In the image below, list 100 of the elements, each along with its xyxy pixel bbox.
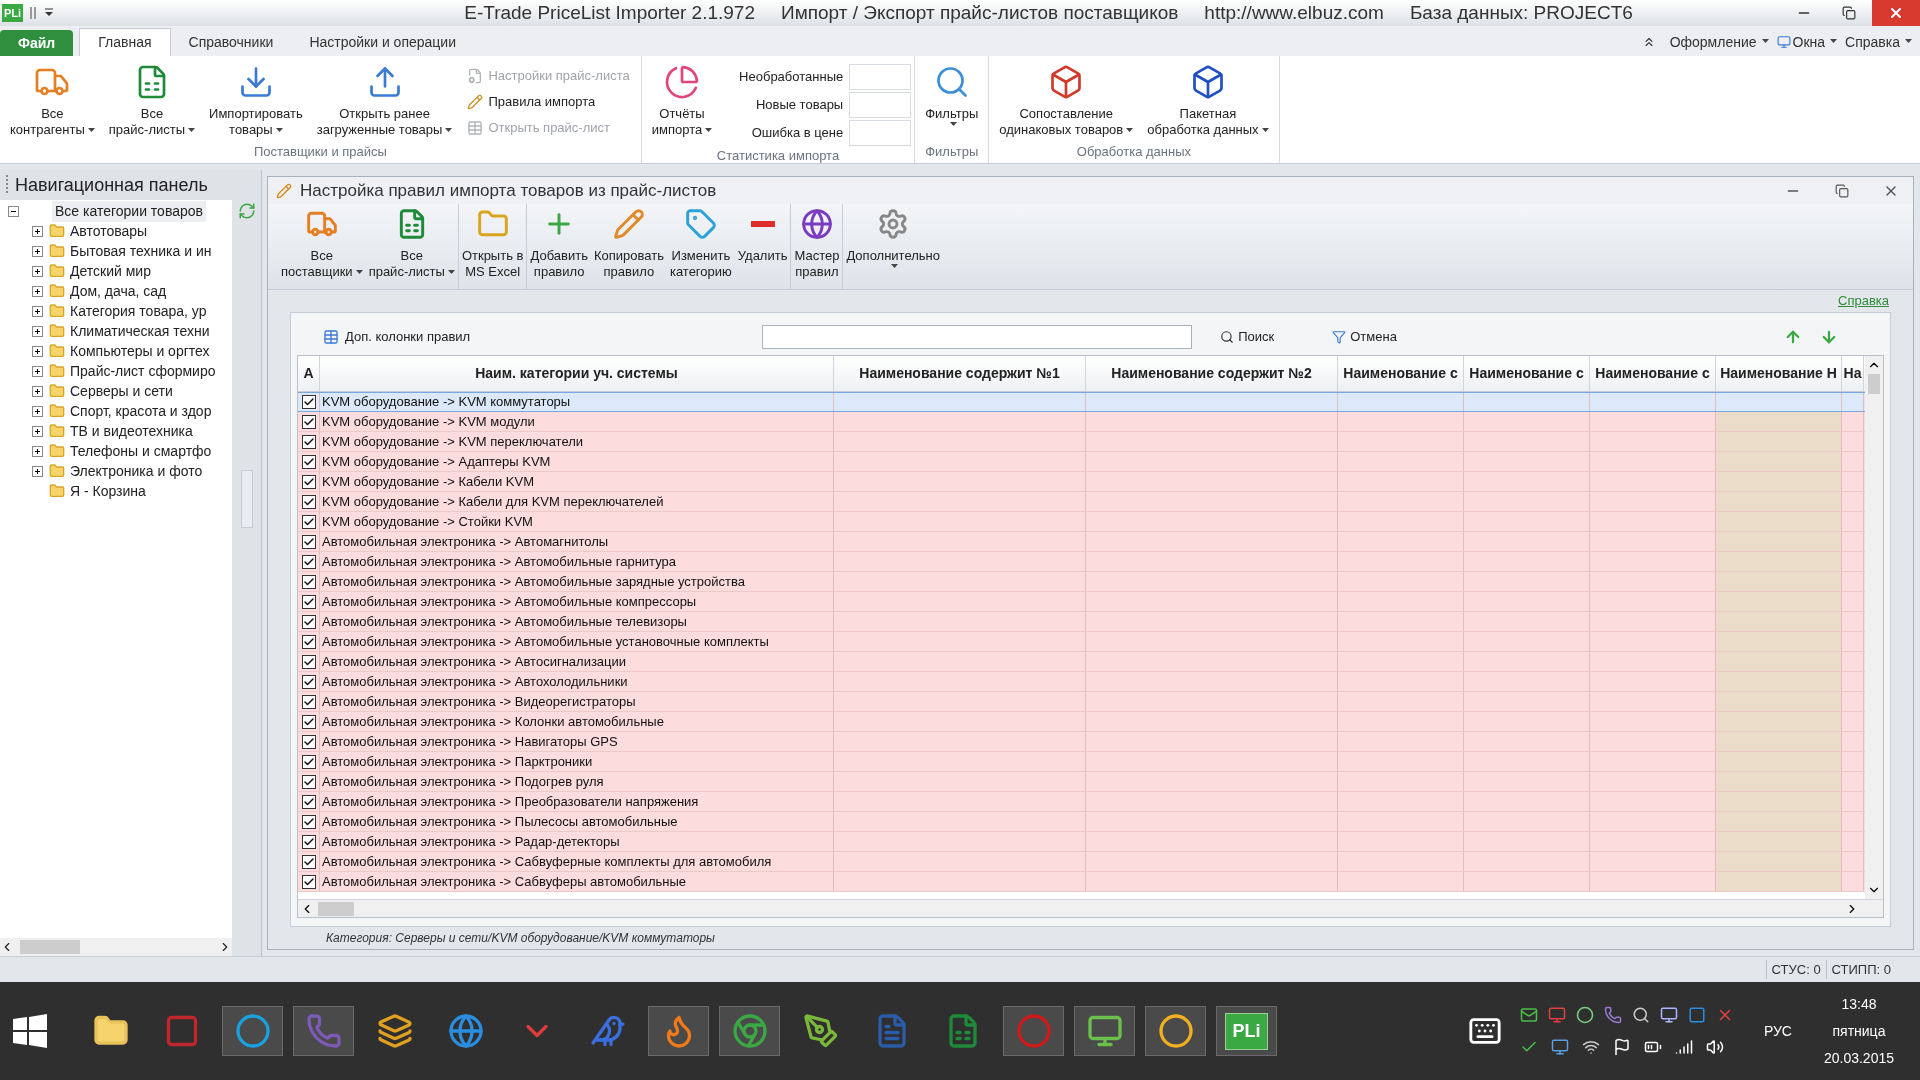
table-row[interactable]: Автомобильная электроника -> Навигаторы GPS [298, 732, 1865, 752]
expand-icon[interactable] [32, 465, 43, 477]
checkbox[interactable] [301, 654, 316, 669]
table-row[interactable]: KVM оборудование -> Кабели KVM [298, 472, 1865, 492]
tree-item[interactable]: Спорт, красота и здор [70, 400, 212, 422]
toolbar-button[interactable]: Удалить [734, 204, 792, 289]
move-down-icon[interactable] [1820, 328, 1838, 346]
scrollbar-thumb[interactable] [20, 940, 80, 954]
toolbar-button[interactable]: Все поставщики [278, 204, 366, 289]
expand-icon[interactable] [32, 265, 43, 277]
tree-item[interactable]: Категория товара, ур [70, 300, 207, 322]
table-row[interactable]: Автомобильная электроника -> Сабвуферные комплекты для автомобиля [298, 852, 1865, 872]
checkbox[interactable] [301, 814, 316, 829]
tree-item[interactable]: Дом, дача, сад [70, 280, 167, 302]
expand-icon[interactable] [32, 365, 43, 377]
checkbox[interactable] [301, 514, 316, 529]
splitter-handle[interactable] [240, 470, 253, 528]
collapse-icon[interactable] [8, 205, 19, 217]
column-header[interactable]: Наименование содержит №1 [834, 356, 1086, 391]
table-row[interactable]: KVM оборудование -> KVM коммутаторы [298, 392, 1865, 412]
checkbox[interactable] [301, 454, 316, 469]
expand-icon[interactable] [32, 225, 43, 237]
expand-icon[interactable] [32, 425, 43, 437]
expand-icon[interactable] [32, 285, 43, 297]
language-indicator[interactable]: РУС [1763, 1020, 1792, 1042]
tree-item[interactable]: Прайс-лист сформиро [70, 360, 216, 382]
expand-icon[interactable] [32, 305, 43, 317]
table-row[interactable]: Автомобильная электроника -> Автомобильные установочные комплекты [298, 632, 1865, 652]
tree-item[interactable]: Компьютеры и оргтех [70, 340, 210, 362]
checkbox[interactable] [301, 395, 316, 409]
menu-button[interactable]: Окна [1776, 28, 1838, 56]
table-row[interactable]: Автомобильная электроника -> Автомобильные гарнитура [298, 552, 1865, 572]
checkbox[interactable] [301, 754, 316, 769]
toolbar-button[interactable]: Открыть в MS Excel [458, 204, 528, 289]
checkbox[interactable] [301, 594, 316, 609]
checkbox[interactable] [301, 434, 316, 449]
speaker-icon[interactable] [1705, 1038, 1724, 1056]
ribbon-tab[interactable]: Главная [79, 28, 171, 56]
toolbar-button[interactable]: Копировать правило [590, 204, 667, 289]
checkbox[interactable] [301, 834, 316, 849]
table-row[interactable]: KVM оборудование -> Кабели для KVM переключателей [298, 492, 1865, 512]
search-field[interactable] [762, 325, 1193, 349]
expand-icon[interactable] [32, 345, 43, 357]
table-row[interactable]: Автомобильная электроника -> Автохолодильники [298, 672, 1865, 692]
ribbon-button[interactable]: Все контрагенты [3, 62, 102, 138]
expand-icon[interactable] [32, 445, 43, 457]
ribbon-button[interactable]: Отчёты импорта [644, 62, 720, 138]
monitor-icon[interactable] [1659, 1006, 1678, 1024]
table-row[interactable]: Автомобильная электроника -> Парктроники [298, 752, 1865, 772]
ribbon-button[interactable]: Фильтры [918, 62, 986, 128]
scrollbar-thumb[interactable] [1868, 374, 1880, 394]
file-tab[interactable]: Файл [0, 30, 74, 56]
table-row[interactable]: KVM оборудование -> KVM модули [298, 412, 1865, 432]
column-header[interactable]: Наименование с [1464, 356, 1590, 391]
column-header[interactable]: На [1842, 356, 1864, 391]
toolbar-button[interactable]: Дополнительно [843, 204, 943, 289]
table-row[interactable]: Автомобильная электроника -> Автомобильные телевизоры [298, 612, 1865, 632]
expand-icon[interactable] [32, 245, 43, 257]
column-header[interactable]: Наименование содержит №2 [1086, 356, 1338, 391]
ribbon-button[interactable]: Открыть ранее загруженные товары [309, 62, 460, 138]
column-header[interactable]: Наим. категории уч. системы [320, 356, 834, 391]
ribbon-tab[interactable]: Справочники [170, 28, 292, 56]
tree-item[interactable]: Серверы и сети [70, 380, 173, 402]
checkbox[interactable] [301, 674, 316, 689]
ribbon-button[interactable]: Импортировать товары [202, 62, 310, 138]
column-header[interactable]: Наименование Н [1716, 356, 1842, 391]
monitor-icon[interactable] [1550, 1038, 1569, 1056]
expand-icon[interactable] [32, 405, 43, 417]
tree-item[interactable]: Телефоны и смартфо [70, 440, 212, 462]
ribbon-button[interactable]: Пакетная обработка данных [1140, 62, 1276, 138]
table-row[interactable]: Автомобильная электроника -> Видеорегистраторы [298, 692, 1865, 712]
checkbox[interactable] [301, 494, 316, 509]
windows-logo-icon[interactable] [13, 1014, 47, 1048]
tree-item[interactable]: Климатическая техни [70, 320, 210, 342]
columns-button[interactable]: Доп. колонки правил [323, 327, 471, 347]
maximize-icon[interactable] [1842, 6, 1856, 20]
table-row[interactable]: Автомобильная электроника -> Автомобильные зарядные устройства [298, 572, 1865, 592]
expand-icon[interactable] [32, 325, 43, 337]
phone-icon[interactable] [1603, 1006, 1622, 1024]
toolbar-button[interactable]: Добавить правило [527, 204, 591, 289]
checkbox[interactable] [301, 854, 316, 869]
tree-item[interactable]: ТВ и видеотехника [70, 420, 193, 442]
tree-item[interactable]: Детский мир [70, 260, 151, 282]
ribbon-menu-item[interactable]: Правила импорта [467, 90, 630, 114]
checkbox[interactable] [301, 874, 316, 889]
toolbar-button[interactable]: Все прайс-листы [365, 204, 459, 289]
menu-button[interactable]: Оформление [1669, 28, 1769, 56]
table-row[interactable]: Автомобильная электроника -> Пылесосы автомобильные [298, 812, 1865, 832]
signal-icon[interactable] [1674, 1038, 1693, 1056]
stat-field[interactable] [849, 119, 912, 146]
table-row[interactable]: KVM оборудование -> KVM переключатели [298, 432, 1865, 452]
table-row[interactable]: Автомобильная электроника -> Автомагнитолы [298, 532, 1865, 552]
table-row[interactable]: Автомобильная электроника -> Колонки автомобильные [298, 712, 1865, 732]
ribbon-button[interactable]: Сопоставление одинаковых товаров [992, 62, 1141, 138]
checkbox[interactable] [301, 774, 316, 789]
search-button[interactable]: Поиск [1220, 327, 1275, 347]
tree-item[interactable]: Я - Корзина [70, 480, 146, 502]
column-header[interactable]: A [298, 356, 320, 391]
checkbox[interactable] [301, 414, 316, 429]
checkbox[interactable] [301, 634, 316, 649]
